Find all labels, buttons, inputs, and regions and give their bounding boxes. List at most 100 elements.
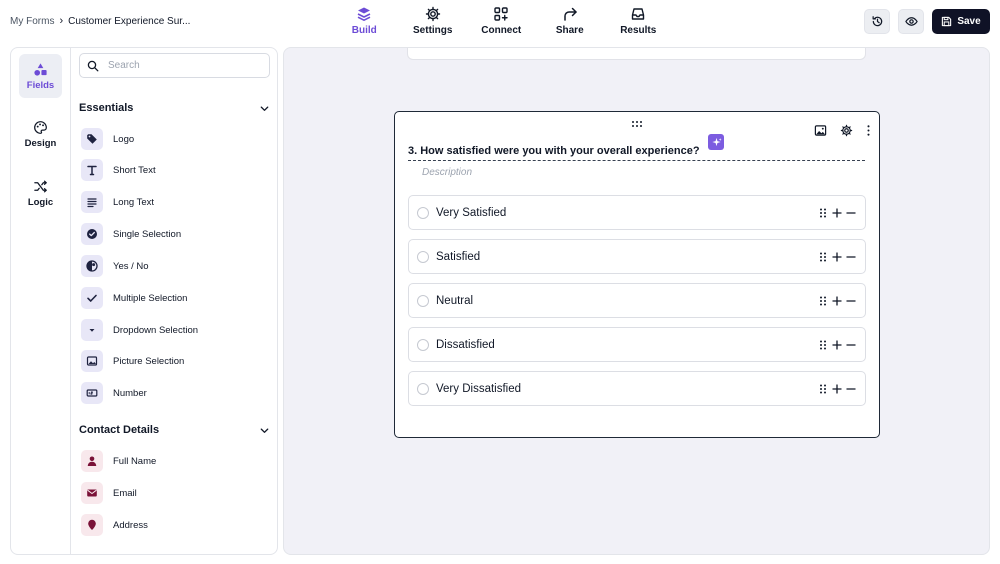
question-title[interactable]: 3. How satisfied were you with your over… [408,145,865,161]
gear-icon[interactable] [840,124,853,137]
tab-settings-label: Settings [413,25,453,36]
plus-icon[interactable] [832,295,842,306]
tab-results-label: Results [620,25,657,36]
field-item-label: Single Selection [113,228,182,240]
tab-settings[interactable]: Settings [399,0,468,44]
fields-panel: Essentials Logo Short Text Long Text Sin… [79,48,277,554]
left-panel: Fields Design Logic Essentials Logo Shor… [10,47,278,555]
paragraph-lines-icon [81,191,103,213]
answer-option-label[interactable]: Very Dissatisfied [436,383,818,395]
save-disk-icon [942,16,952,27]
search-box[interactable] [79,53,270,78]
check-circle-icon [81,223,103,245]
field-item-full-name[interactable]: Full Name [81,449,266,473]
drag-handle-icon[interactable] [818,252,828,262]
field-item-label: Picture Selection [113,355,185,367]
radio-button[interactable] [417,338,429,351]
field-item-single-selection[interactable]: Single Selection [81,222,266,246]
field-item-label: Email [113,487,137,499]
question-description[interactable]: Description [422,167,472,178]
field-item-picture-selection[interactable]: Picture Selection [81,349,266,373]
field-item-address[interactable]: Address [81,513,266,537]
drag-handle-icon[interactable] [818,384,828,394]
section-essentials-title: Essentials [79,102,134,114]
field-item-logo[interactable]: Logo [81,127,266,151]
answer-option[interactable]: Satisfied [408,239,866,274]
minus-icon[interactable] [846,384,856,394]
palette-icon [34,120,47,134]
field-item-short-text[interactable]: Short Text [81,158,266,182]
answer-option-label[interactable]: Neutral [436,295,818,307]
tab-share-label: Share [555,25,584,36]
answer-option-label[interactable]: Dissatisfied [436,339,818,351]
drag-handle-icon[interactable] [818,208,828,218]
preview-button[interactable] [898,9,924,34]
minus-icon[interactable] [846,252,856,262]
answer-option-tools [818,207,856,218]
plus-icon[interactable] [832,207,842,218]
eye-icon [904,17,918,26]
history-button[interactable] [864,9,890,34]
save-button[interactable]: Save [932,9,990,34]
answer-option-tools [818,383,856,394]
yes-no-toggle-icon [81,255,103,277]
answer-option-tools [818,295,856,306]
ai-sparkle-button[interactable] [708,134,724,150]
field-item-multiple-selection[interactable]: Multiple Selection [81,286,266,310]
section-contact-details-header[interactable]: Contact Details [79,421,270,439]
chevron-down-icon [260,427,269,433]
minus-icon[interactable] [846,296,856,306]
minus-icon[interactable] [846,208,856,218]
drag-handle-icon[interactable] [818,296,828,306]
answer-option[interactable]: Neutral [408,283,866,318]
picture-icon [81,350,103,372]
field-item-label: Long Text [113,196,155,208]
answer-option-label[interactable]: Very Satisfied [436,207,818,219]
rail-item-logic[interactable]: Logic [19,171,62,215]
answer-option[interactable]: Very Satisfied [408,195,866,230]
rail-item-fields-label: Fields [26,79,55,91]
plus-icon[interactable] [832,251,842,262]
top-bar: My Forms › Customer Experience Sur... Bu… [0,0,1000,44]
field-item-yes-no[interactable]: Yes / No [81,254,266,278]
plus-icon[interactable] [832,383,842,394]
breadcrumb: My Forms › Customer Experience Sur... [10,15,190,27]
tab-build-label: Build [351,25,377,36]
answer-option-tools [818,339,856,350]
top-actions: Save [864,9,990,34]
field-item-email[interactable]: Email [81,481,266,505]
tab-build[interactable]: Build [330,0,399,44]
question-card-tools [814,124,871,137]
answer-option-label[interactable]: Satisfied [436,251,818,263]
tab-share[interactable]: Share [536,0,605,44]
tab-results[interactable]: Results [604,0,673,44]
number-box-icon [81,382,103,404]
gear-icon [425,6,440,22]
rail-item-logic-label: Logic [27,196,54,208]
minus-icon[interactable] [846,340,856,350]
radio-button[interactable] [417,382,429,395]
radio-button[interactable] [417,250,429,263]
answer-option[interactable]: Dissatisfied [408,327,866,362]
drag-handle-icon[interactable] [818,340,828,350]
drag-handle-icon[interactable] [631,120,643,128]
plus-icon[interactable] [832,339,842,350]
search-input[interactable] [108,60,258,71]
rail-item-design[interactable]: Design [19,112,62,156]
field-item-dropdown-selection[interactable]: Dropdown Selection [81,318,266,342]
section-essentials-header[interactable]: Essentials [79,99,270,117]
previous-question-card[interactable] [407,48,866,60]
field-item-number[interactable]: Number [81,381,266,405]
question-card[interactable]: 3. How satisfied were you with your over… [394,111,880,438]
field-item-label: Address [113,519,148,531]
breadcrumb-my-forms-link[interactable]: My Forms [10,16,54,27]
answer-option[interactable]: Very Dissatisfied [408,371,866,406]
more-vertical-icon[interactable] [866,124,871,137]
image-icon[interactable] [814,124,827,137]
radio-button[interactable] [417,206,429,219]
tab-connect[interactable]: Connect [467,0,536,44]
field-item-long-text[interactable]: Long Text [81,190,266,214]
field-item-label: Logo [113,133,135,145]
rail-item-fields[interactable]: Fields [19,54,62,98]
radio-button[interactable] [417,294,429,307]
